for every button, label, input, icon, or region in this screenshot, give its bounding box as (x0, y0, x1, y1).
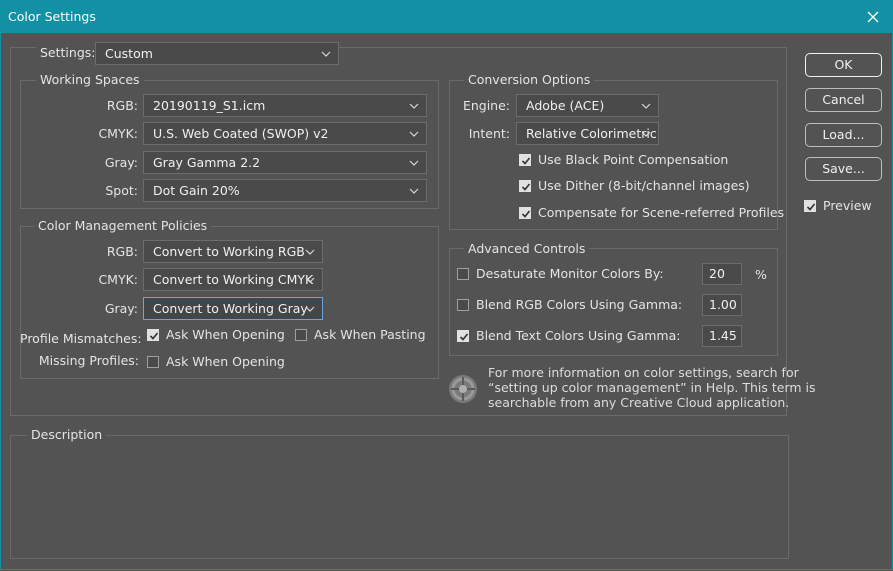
desaturate-unit: % (755, 267, 767, 282)
info-text: For more information on color settings, … (488, 365, 816, 410)
cancel-button[interactable]: Cancel (805, 88, 882, 112)
chevron-down-icon (409, 103, 419, 109)
dither-label[interactable]: Use Dither (8-bit/channel images) (538, 178, 750, 193)
desaturate-value: 20 (709, 266, 725, 281)
chevron-down-icon (305, 249, 315, 255)
close-icon (867, 11, 879, 22)
black-point-label[interactable]: Use Black Point Compensation (538, 152, 728, 167)
blend-rgb-label[interactable]: Blend RGB Colors Using Gamma: (476, 297, 682, 312)
chevron-down-icon (409, 131, 419, 137)
checkmark-icon (459, 333, 469, 341)
intent-value: Relative Colorimetric (526, 126, 657, 141)
policy-cmyk-dropdown[interactable]: Convert to Working CMYK (143, 268, 323, 291)
chevron-down-icon (409, 188, 419, 194)
missing-profiles-label: Missing Profiles: (38, 353, 139, 368)
settings-label: Settings: (36, 45, 100, 60)
ws-gray-label: Gray: (104, 155, 138, 170)
engine-dropdown[interactable]: Adobe (ACE) (516, 94, 659, 117)
load-button[interactable]: Load... (805, 123, 882, 147)
engine-label: Engine: (462, 98, 510, 113)
color-management-icon (449, 375, 477, 403)
settings-value: Custom (105, 46, 153, 61)
chevron-down-icon (305, 277, 315, 283)
window-title: Color Settings (8, 9, 96, 24)
description-title: Description (27, 427, 107, 442)
desaturate-input[interactable]: 20 (702, 263, 742, 285)
description-group (10, 435, 789, 559)
preview-checkbox[interactable] (804, 200, 816, 212)
title-bar: Color Settings (0, 0, 893, 33)
policy-rgb-value: Convert to Working RGB (153, 244, 305, 259)
checkmark-icon (521, 157, 531, 165)
desaturate-checkbox[interactable] (457, 268, 469, 280)
blend-text-checkbox[interactable] (457, 330, 469, 342)
blend-text-label[interactable]: Blend Text Colors Using Gamma: (476, 328, 680, 343)
blend-rgb-input[interactable]: 1.00 (702, 294, 742, 316)
mismatch-paste-checkbox[interactable] (295, 329, 307, 341)
ws-cmyk-value: U.S. Web Coated (SWOP) v2 (153, 126, 329, 141)
working-spaces-title: Working Spaces (36, 72, 144, 87)
profile-mismatches-label: Profile Mismatches: (20, 331, 142, 346)
scene-referred-label[interactable]: Compensate for Scene-referred Profiles (538, 205, 784, 220)
ws-rgb-label: RGB: (106, 98, 138, 113)
settings-dropdown[interactable]: Custom (95, 42, 339, 65)
chevron-down-icon (641, 103, 651, 109)
close-button[interactable] (853, 0, 893, 33)
info-line-2: “setting up color management” in Help. T… (488, 380, 816, 395)
blend-text-value: 1.45 (709, 328, 737, 343)
black-point-checkbox[interactable] (519, 154, 531, 166)
ws-rgb-dropdown[interactable]: 20190119_S1.icm (143, 94, 427, 117)
blend-rgb-value: 1.00 (709, 297, 737, 312)
scene-referred-checkbox[interactable] (519, 207, 531, 219)
ws-spot-value: Dot Gain 20% (153, 183, 240, 198)
chevron-down-icon (321, 51, 331, 57)
mismatch-paste-label[interactable]: Ask When Pasting (314, 327, 426, 342)
policy-cmyk-label: CMYK: (98, 272, 138, 287)
checkmark-icon (521, 210, 531, 218)
chevron-down-icon (641, 131, 651, 137)
policy-rgb-label: RGB: (106, 244, 138, 259)
mismatch-open-label[interactable]: Ask When Opening (166, 327, 285, 342)
blend-text-input[interactable]: 1.45 (702, 325, 742, 347)
policy-gray-label: Gray: (104, 301, 138, 316)
engine-value: Adobe (ACE) (526, 98, 605, 113)
policies-title: Color Management Policies (34, 218, 212, 233)
missing-open-checkbox[interactable] (147, 356, 159, 368)
checkmark-icon (149, 332, 159, 340)
missing-open-label[interactable]: Ask When Opening (166, 354, 285, 369)
checkmark-icon (521, 183, 531, 191)
ws-cmyk-dropdown[interactable]: U.S. Web Coated (SWOP) v2 (143, 122, 427, 145)
desaturate-label[interactable]: Desaturate Monitor Colors By: (476, 266, 664, 281)
preview-label[interactable]: Preview (823, 198, 872, 213)
intent-dropdown[interactable]: Relative Colorimetric (516, 122, 659, 145)
checkmark-icon (806, 203, 816, 211)
info-line-3: searchable from any Creative Cloud appli… (488, 395, 790, 410)
ws-spot-dropdown[interactable]: Dot Gain 20% (143, 179, 427, 202)
info-line-1: For more information on color settings, … (488, 365, 799, 380)
ws-gray-dropdown[interactable]: Gray Gamma 2.2 (143, 151, 427, 174)
policy-rgb-dropdown[interactable]: Convert to Working RGB (143, 240, 323, 263)
intent-label: Intent: (468, 126, 510, 141)
policy-gray-value: Convert to Working Gray (153, 301, 308, 316)
chevron-down-icon (305, 306, 315, 312)
mismatch-open-checkbox[interactable] (147, 329, 159, 341)
conversion-title: Conversion Options (464, 72, 595, 87)
ws-cmyk-label: CMYK: (98, 126, 138, 141)
policy-gray-dropdown[interactable]: Convert to Working Gray (143, 297, 323, 320)
chevron-down-icon (409, 160, 419, 166)
ok-button[interactable]: OK (805, 53, 882, 77)
ws-gray-value: Gray Gamma 2.2 (153, 155, 261, 170)
blend-rgb-checkbox[interactable] (457, 299, 469, 311)
policy-cmyk-value: Convert to Working CMYK (153, 272, 314, 287)
ws-rgb-value: 20190119_S1.icm (153, 98, 266, 113)
ws-spot-label: Spot: (105, 183, 138, 198)
dither-checkbox[interactable] (519, 180, 531, 192)
save-button[interactable]: Save... (805, 157, 882, 181)
advanced-title: Advanced Controls (464, 241, 590, 256)
